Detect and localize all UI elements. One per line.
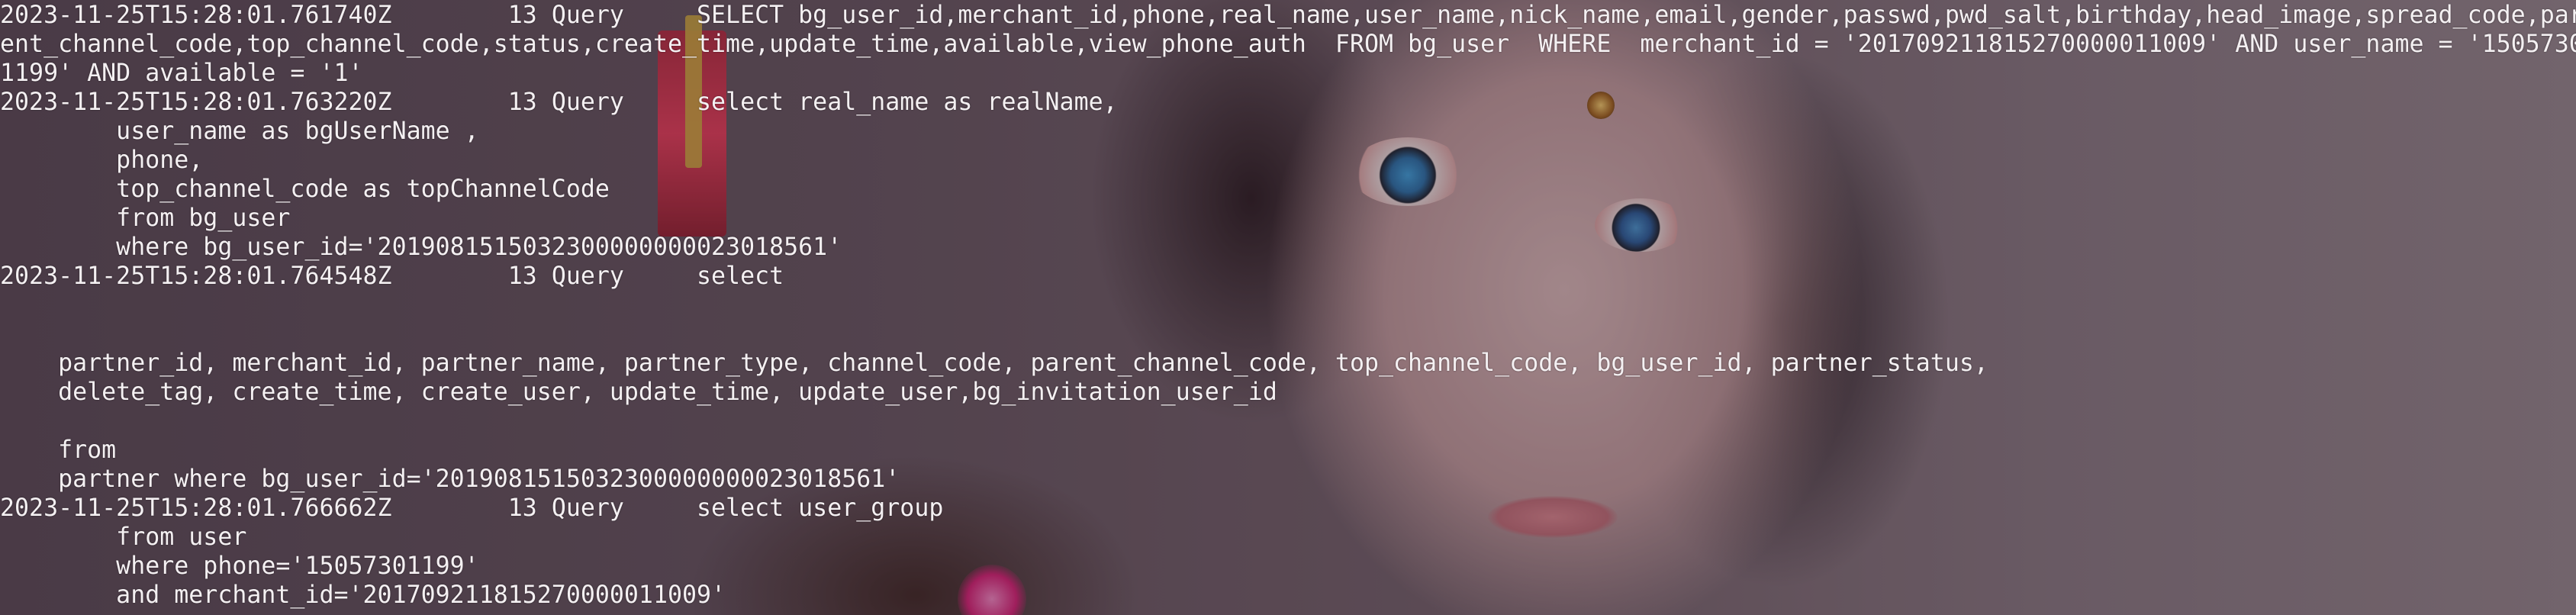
query-log-output[interactable]: 2023-11-25T15:28:01.761740Z 13 Query SEL… [0,1,2576,610]
log-line: 1199' AND available = '1' [0,60,363,87]
log-line: top_channel_code as topChannelCode [0,175,610,203]
log-line: 2023-11-25T15:28:01.766662Z 13 Query sel… [0,494,944,522]
log-line: delete_tag, create_time, create_user, up… [0,378,1277,406]
log-line: and merchant_id='20170921181527000001100… [0,581,726,609]
log-line: 2023-11-25T15:28:01.763220Z 13 Query sel… [0,89,1118,116]
log-line: partner where bg_user_id='20190815150323… [0,465,900,493]
log-line: partner_id, merchant_id, partner_name, p… [0,349,1988,377]
log-line: 2023-11-25T15:28:01.764548Z 13 Query sel… [0,262,784,290]
log-line: where bg_user_id='2019081515032300000000… [0,233,842,261]
log-line: phone, [0,147,204,174]
log-line: from user [0,523,247,551]
log-line: user_name as bgUserName , [0,118,479,145]
log-line: from bg_user [0,204,291,232]
log-line: where phone='15057301199' [0,552,479,580]
log-line: from [0,436,117,464]
log-line: 2023-11-25T15:28:01.761740Z 13 Query SEL… [0,2,2576,29]
terminal-window[interactable]: 2023-11-25T15:28:01.761740Z 13 Query SEL… [0,0,2576,615]
log-line: ent_channel_code,top_channel_code,status… [0,31,2576,58]
